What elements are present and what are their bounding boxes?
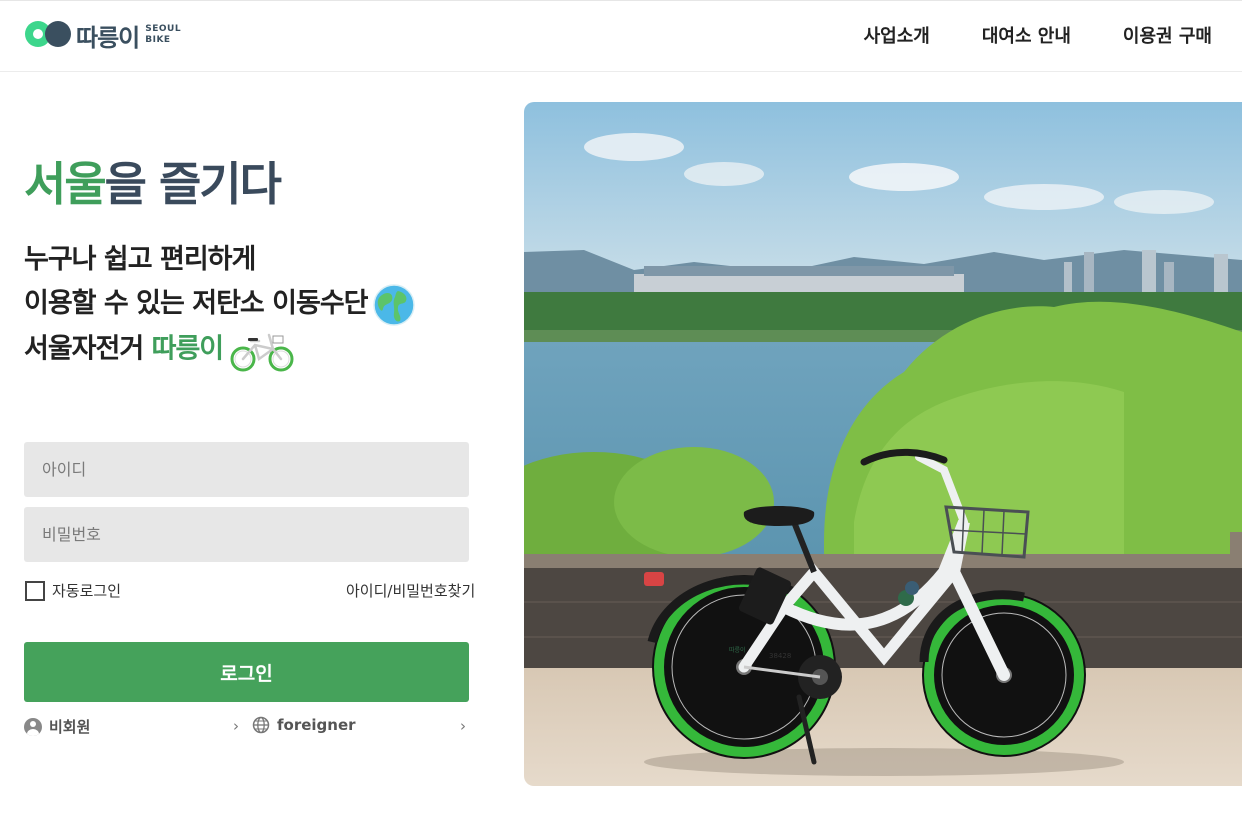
hero-line-1: 누구나 쉽고 편리하게 — [24, 244, 256, 275]
chevron-right-icon[interactable]: › — [233, 717, 239, 735]
bike-riverside-photo: 38428 따릉이 — [524, 102, 1242, 786]
hero-title-accent: 서울 — [24, 157, 107, 211]
hero-photo: 38428 따릉이 — [524, 102, 1242, 786]
nav-item-about[interactable]: 사업소개 — [864, 22, 930, 48]
bicycle-emoji-icon — [230, 333, 294, 371]
main-nav: 사업소개 대여소 안내 이용권 구매 — [864, 22, 1212, 48]
nav-item-stations[interactable]: 대여소 안내 — [982, 22, 1071, 48]
guest-login-link[interactable]: 비회원 — [24, 716, 90, 737]
auto-login-label: 자동로그인 — [52, 582, 122, 600]
hero-line-2-text: 이용할 수 있는 저탄소 이동수단 — [24, 288, 369, 319]
bike-brand-label: 따릉이 — [729, 646, 746, 654]
hero-line-3-prefix: 서울자전거 — [24, 333, 152, 364]
chevron-right-icon[interactable]: › — [460, 717, 466, 735]
logo-sub-line2: BIKE — [145, 35, 171, 45]
hero-title: 서울을 즐기다 — [24, 148, 282, 214]
logo-sub-line1: SEOUL — [145, 24, 182, 34]
foreigner-link-label: foreigner — [277, 716, 356, 734]
id-input[interactable] — [24, 442, 469, 497]
globe-icon — [252, 716, 270, 734]
auto-login-toggle[interactable]: 자동로그인 — [25, 580, 121, 601]
find-id-password-link[interactable]: 아이디/비밀번호찾기 — [346, 580, 475, 601]
hero-line-2: 이용할 수 있는 저탄소 이동수단 — [24, 282, 416, 327]
alt-login-links: 비회원 › foreigner › — [24, 716, 469, 738]
login-button[interactable]: 로그인 — [24, 642, 469, 702]
logo-subtitle: SEOUL BIKE — [145, 24, 181, 46]
nav-item-tickets[interactable]: 이용권 구매 — [1123, 22, 1212, 48]
foreigner-link[interactable]: foreigner — [252, 716, 356, 734]
hero-title-rest: 을 즐기다 — [104, 157, 282, 211]
logo[interactable]: 따릉이 SEOUL BIKE — [24, 15, 181, 55]
globe-emoji-icon — [372, 283, 415, 326]
logo-text: 따릉이 — [76, 23, 140, 52]
checkbox-icon[interactable] — [25, 580, 45, 601]
logo-mark-icon — [24, 19, 74, 51]
hero-description: 누구나 쉽고 편리하게 이용할 수 있는 저탄소 이동수단 서울자전거 따릉이 — [24, 238, 416, 373]
hero-line-3: 서울자전거 따릉이 — [24, 327, 416, 373]
hero-line-3-accent: 따릉이 — [151, 333, 225, 364]
bike-number-label: 38428 — [769, 652, 791, 660]
site-header: 따릉이 SEOUL BIKE 사업소개 대여소 안내 이용권 구매 — [0, 0, 1242, 72]
guest-link-label: 비회원 — [49, 718, 91, 736]
person-circle-icon — [24, 717, 42, 736]
password-input[interactable] — [24, 507, 469, 562]
